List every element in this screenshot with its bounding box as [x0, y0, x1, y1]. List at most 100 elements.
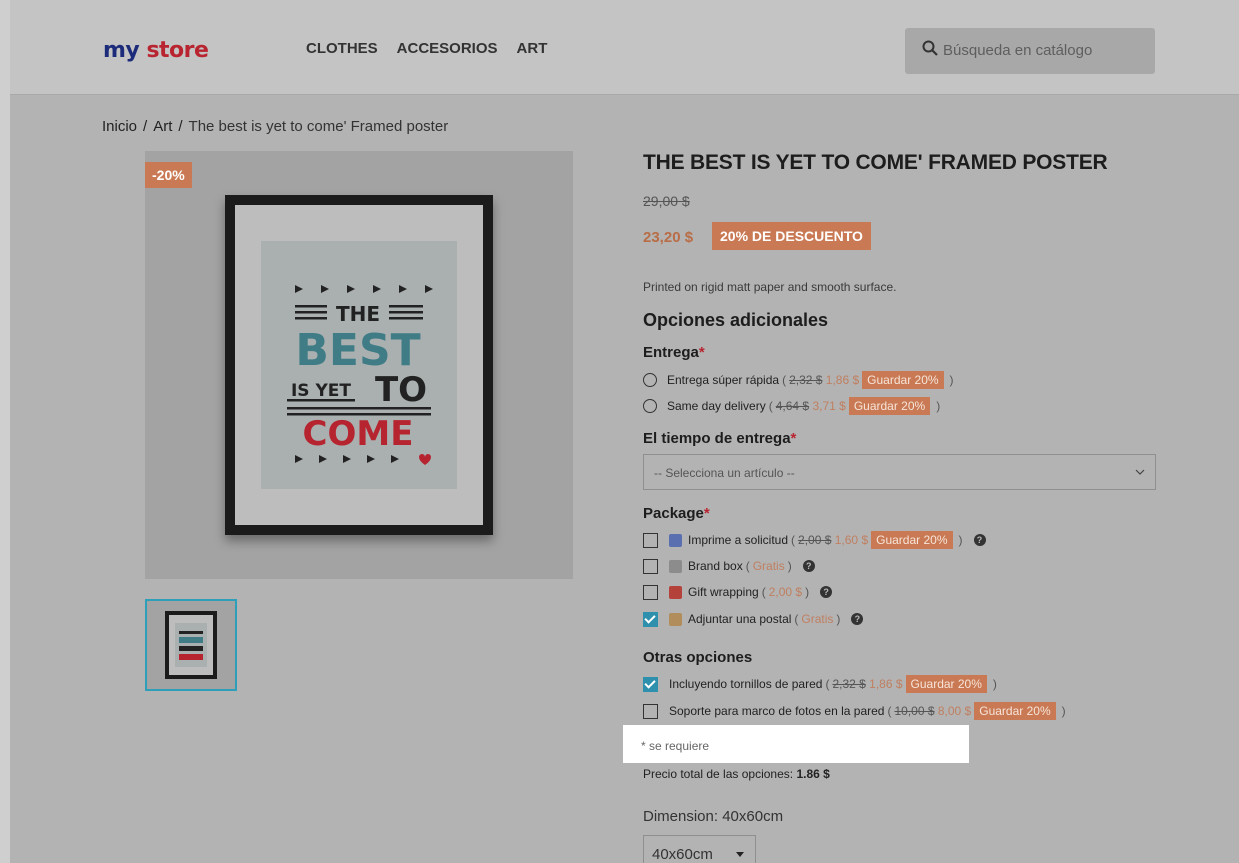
delivery-label-text: Entrega — [643, 344, 699, 361]
option-price: Gratis — [752, 559, 785, 573]
save-badge: Guardar 20% — [848, 397, 931, 415]
nav-item-art[interactable]: ART — [517, 40, 548, 57]
radio-button[interactable] — [643, 373, 657, 387]
option-old-price: 4,64 $ — [775, 399, 810, 413]
poster-text-come: COME — [303, 414, 414, 454]
option-name: Brand box — [688, 559, 743, 573]
product-description: Printed on rigid matt paper and smooth s… — [643, 280, 897, 294]
breadcrumb-home[interactable]: Inicio — [102, 118, 137, 135]
postcard-icon — [669, 612, 682, 626]
breadcrumb: Inicio / Art / The best is yet to come' Fram… — [102, 118, 448, 135]
select-value: -- Selecciona un artículo -- — [654, 466, 795, 480]
required-mark: * — [698, 344, 705, 361]
nav-item-accesorios[interactable]: ACCESORIOS — [397, 40, 498, 57]
gift-icon — [669, 585, 682, 599]
box-icon — [669, 559, 682, 573]
nav-item-clothes[interactable]: CLOTHES — [306, 40, 378, 57]
total-value: 1.86 $ — [796, 767, 830, 781]
option-new-price: 1,86 $ — [869, 677, 903, 691]
option-name: Adjuntar una postal — [688, 612, 792, 626]
package-option-giftwrap[interactable]: Gift wrapping(2,00 $) ? — [643, 582, 833, 602]
option-name: Entrega súper rápida — [667, 373, 780, 387]
delivery-time-label-text: El tiempo de entrega — [643, 430, 791, 447]
delivery-option-fast[interactable]: Entrega súper rápida(2,32 $ 1,86 $ Guarda… — [643, 370, 957, 390]
dimension-select[interactable]: 40x60cm — [643, 835, 756, 863]
option-old-price: 2,32 $ — [832, 677, 866, 691]
package-option-print[interactable]: Imprime a solicitud(2,00 $ 1,60 $ Guardar… — [643, 530, 986, 550]
checkbox[interactable] — [643, 558, 658, 574]
option-name: Gift wrapping — [688, 585, 759, 599]
package-group-label: Package* — [643, 505, 710, 522]
checkbox[interactable] — [643, 532, 658, 548]
help-icon[interactable]: ? — [973, 534, 986, 546]
package-option-postcard[interactable]: Adjuntar una postal(Gratis) ? — [643, 609, 864, 629]
site-header: my store CLOTHES ACCESORIOS ART — [10, 0, 1239, 95]
current-price: 23,20 $ — [643, 229, 694, 246]
old-price: 29,00 $ — [643, 193, 690, 209]
thumbnail-mat — [169, 615, 213, 675]
main-nav: CLOTHES ACCESORIOS ART — [306, 40, 547, 57]
discount-badge: -20% — [145, 162, 192, 188]
delivery-group-label: Entrega* — [643, 344, 705, 361]
save-badge: Guardar 20% — [974, 702, 1056, 720]
option-new-price: 3,71 $ — [812, 399, 846, 413]
required-mark: * — [790, 430, 797, 447]
delivery-option-sameday[interactable]: Same day delivery(4,64 $ 3,71 $ Guardar 2… — [643, 396, 943, 416]
help-icon[interactable]: ? — [851, 613, 864, 625]
other-option-screws[interactable]: Incluyendo tornillos de pared(2,32 $ 1,8… — [643, 674, 1000, 694]
save-badge: Guardar 20% — [905, 675, 987, 693]
product-thumbnail[interactable] — [145, 599, 237, 691]
search-input[interactable] — [941, 41, 1145, 60]
option-new-price: 8,00 $ — [937, 704, 972, 718]
other-options-label: Otras opciones — [643, 649, 753, 666]
page-frame: my store CLOTHES ACCESORIOS ART Inicio / A… — [10, 0, 1239, 863]
checkbox-checked[interactable] — [643, 611, 658, 627]
poster-artwork: THE BEST IS YET TO COME — [261, 241, 457, 489]
poster-text-isyet: IS YET — [291, 381, 351, 401]
required-note-text: * se requiere — [641, 739, 710, 753]
checkbox[interactable] — [643, 703, 658, 719]
package-label-text: Package — [643, 505, 704, 522]
breadcrumb-current: The best is yet to come' Framed poster — [188, 118, 449, 135]
option-price: 2,00 $ — [768, 585, 803, 599]
option-price: Gratis — [801, 612, 834, 626]
save-badge: Guardar 20% — [862, 371, 944, 389]
breadcrumb-separator: / — [143, 118, 148, 135]
required-note: * se requiere — [623, 725, 969, 763]
thumbnail-frame — [165, 611, 217, 679]
options-total: Precio total de las opciones: 1.86 $ — [643, 767, 830, 781]
search-box — [905, 28, 1155, 74]
delivery-time-select[interactable]: -- Selecciona un artículo -- — [643, 454, 1156, 490]
product-main-image[interactable]: THE BEST IS YET TO COME — [145, 151, 573, 579]
checkbox-checked[interactable] — [643, 676, 658, 692]
help-icon[interactable]: ? — [820, 586, 833, 598]
discount-label: 20% DE DESCUENTO — [712, 222, 871, 250]
poster-text-to: TO — [375, 370, 427, 410]
breadcrumb-separator: / — [178, 118, 183, 135]
package-option-brandbox[interactable]: Brand box(Gratis) ? — [643, 556, 815, 576]
poster-mat: THE BEST IS YET TO COME — [235, 205, 483, 525]
caret-down-icon — [736, 852, 744, 857]
option-name: Soporte para marco de fotos en la pared — [669, 704, 885, 718]
poster-graphic: THE BEST IS YET TO COME — [287, 285, 433, 465]
required-mark: * — [703, 505, 710, 522]
additional-options-heading: Opciones adicionales — [643, 310, 829, 330]
option-old-price: 2,00 $ — [798, 533, 832, 547]
product-title: THE BEST IS YET TO COME' FRAMED POSTER — [643, 151, 1108, 174]
poster-text-the: THE — [336, 302, 380, 326]
breadcrumb-art[interactable]: Art — [153, 118, 172, 135]
print-icon — [669, 533, 682, 547]
help-icon[interactable]: ? — [802, 560, 815, 572]
store-logo[interactable]: my store — [103, 38, 209, 63]
option-name: Imprime a solicitud — [688, 533, 789, 547]
other-option-wall-support[interactable]: Soporte para marco de fotos en la pared(… — [643, 701, 1069, 721]
thumbnail-graphic — [175, 623, 207, 667]
search-icon[interactable] — [922, 40, 938, 56]
option-old-price: 2,32 $ — [789, 373, 823, 387]
option-name: Same day delivery — [667, 399, 766, 413]
checkbox[interactable] — [643, 584, 658, 600]
dimension-label: Dimension: 40x60cm — [643, 808, 784, 825]
delivery-time-group-label: El tiempo de entrega* — [643, 430, 796, 447]
radio-button[interactable] — [643, 399, 657, 413]
save-badge: Guardar 20% — [871, 531, 953, 549]
